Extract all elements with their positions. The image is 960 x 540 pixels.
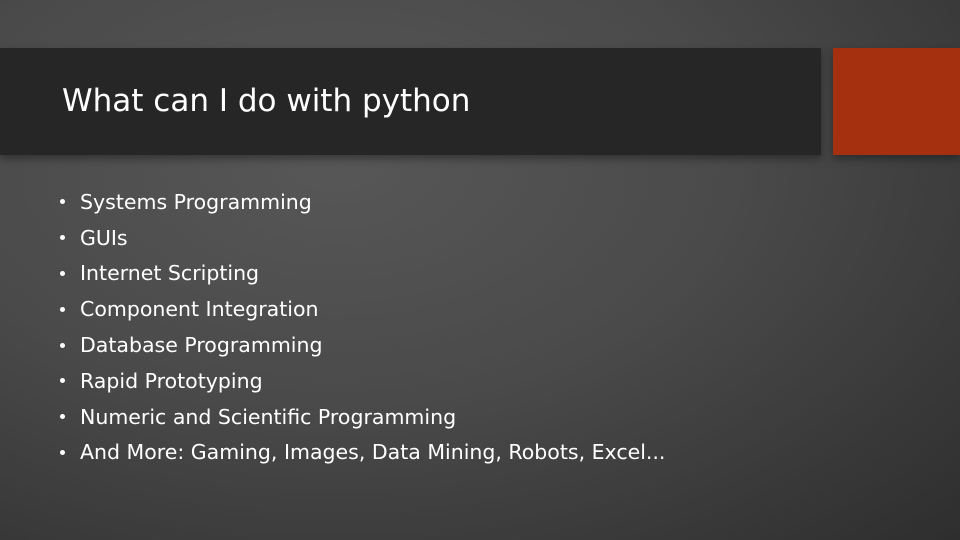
bullet-text: Database Programming [80,333,323,358]
bullet-icon [60,199,65,205]
bullet-icon [60,342,65,348]
list-item: Internet Scripting [58,256,665,292]
bullet-text: Systems Programming [80,189,312,214]
list-item: Rapid Prototyping [58,363,665,399]
bullet-list: Systems Programming GUIs Internet Script… [58,184,665,470]
bullet-text: Rapid Prototyping [80,368,263,393]
list-item: Database Programming [58,327,665,363]
bullet-icon [60,306,65,312]
bullet-icon [60,270,65,276]
slide-title: What can I do with python [62,83,471,119]
bullet-icon [60,235,65,241]
bullet-text: And More: Gaming, Images, Data Mining, R… [80,440,666,465]
bullet-text: Component Integration [80,297,319,322]
accent-block [833,48,960,155]
list-item: Systems Programming [58,184,665,220]
bullet-icon [60,449,65,455]
bullet-text: GUIs [80,225,128,250]
list-item: And More: Gaming, Images, Data Mining, R… [58,435,665,471]
list-item: GUIs [58,220,665,256]
bullet-text: Numeric and Scientific Programming [80,404,457,429]
list-item: Numeric and Scientific Programming [58,399,665,435]
bullet-icon [60,414,65,420]
bullet-icon [60,378,65,384]
list-item: Component Integration [58,291,665,327]
bullet-text: Internet Scripting [80,261,260,286]
